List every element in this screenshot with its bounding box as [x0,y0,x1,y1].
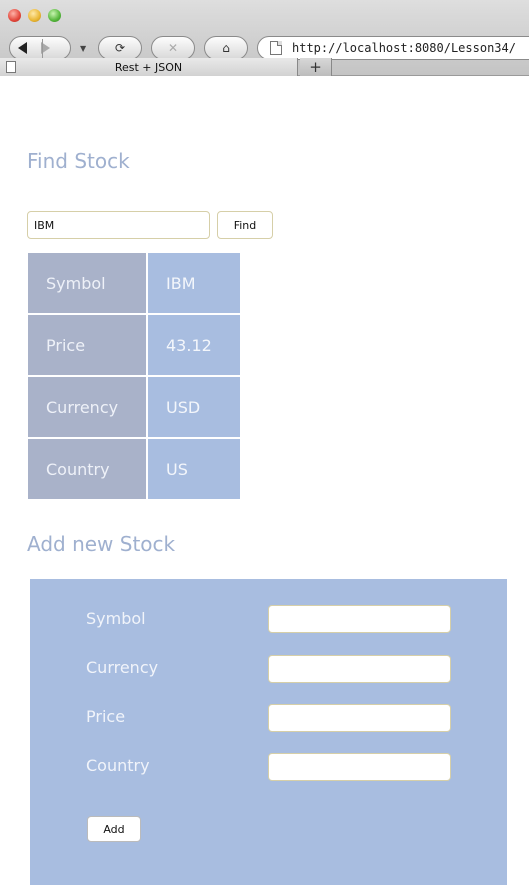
add-stock-heading: Add new Stock [27,532,176,556]
address-bar[interactable]: http://localhost:8080/Lesson34/ [257,36,529,60]
back-arrow-icon[interactable] [18,42,27,54]
country-field[interactable] [268,753,451,781]
tab-bar: Rest + JSON + [0,58,529,76]
row-value: 43.12 [148,315,240,375]
country-field-label: Country [86,756,150,775]
address-url: http://localhost:8080/Lesson34/ [292,41,516,55]
close-window-button[interactable] [8,9,21,22]
add-button[interactable]: Add [87,816,141,842]
row-value: USD [148,377,240,437]
plus-icon: + [309,58,322,76]
price-field[interactable] [268,704,451,732]
browser-toolbar: ▼ ⟳ ✕ ⌂ http://localhost:8080/Lesson34/ … [0,0,529,76]
symbol-field-label: Symbol [86,609,146,628]
history-menu-icon[interactable]: ▼ [80,44,86,53]
find-button[interactable]: Find [217,211,273,239]
row-label: Country [28,439,146,499]
table-row-currency: Currency USD [28,377,240,439]
home-icon: ⌂ [222,41,230,55]
reload-button[interactable]: ⟳ [98,36,142,60]
table-row-symbol: Symbol IBM [28,253,240,315]
page-content: Find Stock Find Symbol IBM Price 43.12 C… [0,77,529,885]
home-button[interactable]: ⌂ [204,36,248,60]
minimize-window-button[interactable] [28,9,41,22]
page-icon [270,41,282,55]
row-value: US [148,439,240,499]
stock-result-table: Symbol IBM Price 43.12 Currency USD Coun… [28,253,240,503]
reload-icon: ⟳ [114,41,126,55]
table-row-country: Country US [28,439,240,501]
row-label: Price [28,315,146,375]
currency-field[interactable] [268,655,451,683]
row-value: IBM [148,253,240,313]
row-label: Symbol [28,253,146,313]
stop-button[interactable]: ✕ [151,36,195,60]
zoom-window-button[interactable] [48,9,61,22]
currency-field-label: Currency [86,658,159,677]
tab-title: Rest + JSON [114,60,183,74]
symbol-search-input[interactable] [27,211,210,239]
new-tab-button[interactable]: + [300,58,332,76]
back-forward-buttons [9,36,71,60]
table-row-price: Price 43.12 [28,315,240,377]
price-field-label: Price [86,707,126,726]
symbol-field[interactable] [268,605,451,633]
add-stock-form: Symbol Currency Price Country Add [30,579,507,885]
row-label: Currency [28,377,146,437]
find-stock-heading: Find Stock [27,149,130,173]
tab-rest-json[interactable]: Rest + JSON [0,58,298,76]
tab-page-icon [6,61,16,73]
stop-icon: ✕ [167,41,179,55]
